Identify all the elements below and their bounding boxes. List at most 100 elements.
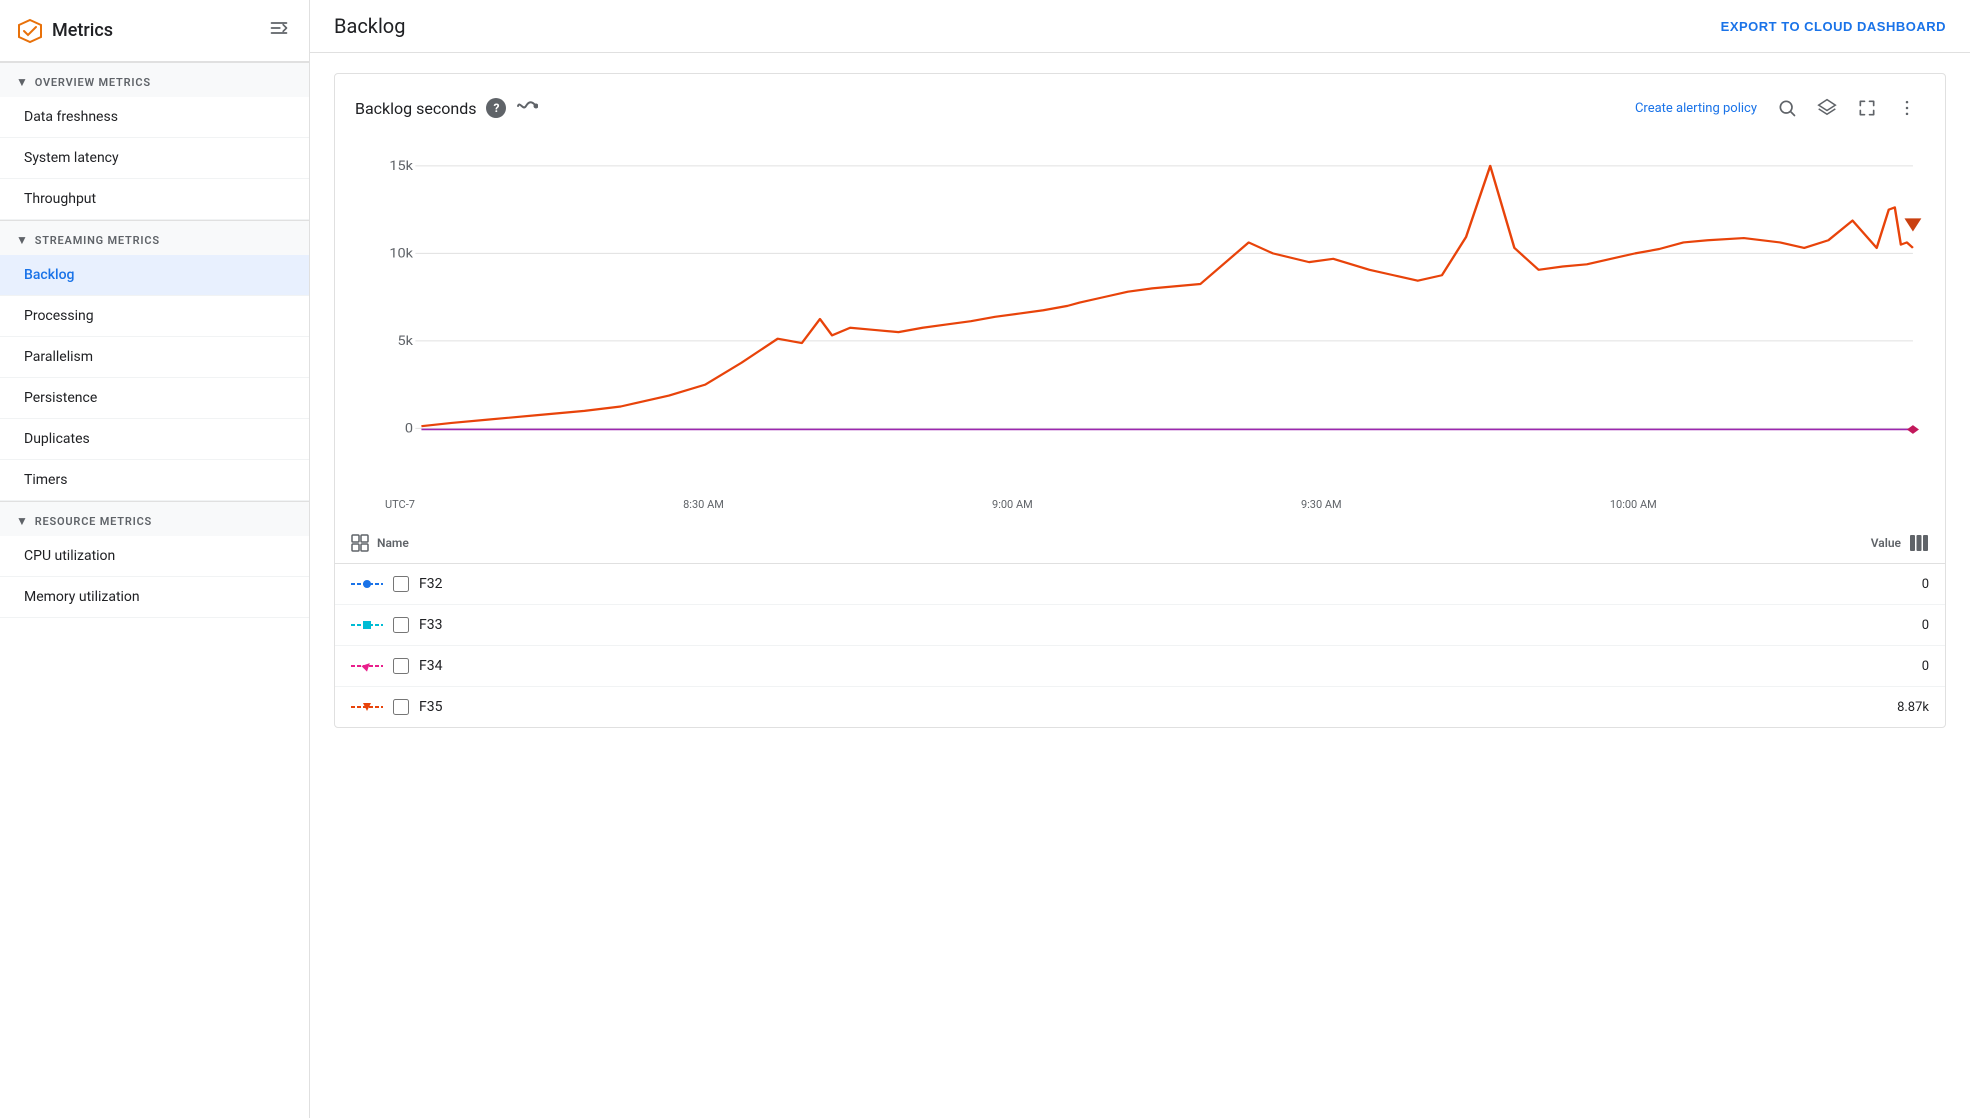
f32-checkbox[interactable] <box>393 576 409 592</box>
section-overview-label: OVERVIEW METRICS <box>35 76 151 89</box>
help-icon[interactable]: ? <box>486 98 506 118</box>
name-col-header: Name <box>377 536 409 550</box>
fullscreen-icon <box>1857 98 1877 118</box>
value-col-header: Value <box>1265 523 1945 564</box>
sidebar-item-label: System latency <box>24 150 119 166</box>
legend-name-cell-f32: F32 <box>335 564 1265 605</box>
grid-toggle-icon[interactable] <box>351 534 369 552</box>
legend-row-f34: F34 0 <box>335 646 1945 687</box>
page-title: Backlog <box>334 14 405 38</box>
svg-text:15k: 15k <box>389 159 413 174</box>
legend-name-header: Name <box>335 523 1265 564</box>
sidebar-item-data-freshness[interactable]: Data freshness <box>0 97 309 138</box>
svg-text:5k: 5k <box>397 334 412 349</box>
sidebar-item-timers[interactable]: Timers <box>0 460 309 501</box>
f33-line-icon <box>351 617 383 633</box>
collapse-sidebar-button[interactable] <box>265 14 293 47</box>
sidebar-item-label: Memory utilization <box>24 589 140 605</box>
chart-title-area: Backlog seconds ? <box>355 97 538 120</box>
create-alerting-policy-link[interactable]: Create alerting policy <box>1635 101 1757 116</box>
chevron-down-icon: ▼ <box>16 514 29 528</box>
legend-table: Name Value <box>335 523 1945 727</box>
sidebar-item-system-latency[interactable]: System latency <box>0 138 309 179</box>
app-logo-icon <box>16 17 44 45</box>
legend-name-cell-f34: F34 <box>335 646 1265 687</box>
chart-squiggle-icon[interactable] <box>516 97 538 120</box>
sidebar-item-persistence[interactable]: Persistence <box>0 378 309 419</box>
legend-row-f32: F32 0 <box>335 564 1945 605</box>
x-label-utc: UTC-7 <box>385 498 415 511</box>
app-title: Metrics <box>52 20 113 41</box>
sidebar-item-processing[interactable]: Processing <box>0 296 309 337</box>
main-content-area: Backlog EXPORT TO CLOUD DASHBOARD Backlo… <box>310 0 1970 1118</box>
search-chart-button[interactable] <box>1769 90 1805 126</box>
legend-name-cell-f33: F33 <box>335 605 1265 646</box>
f32-value: 0 <box>1265 564 1945 605</box>
sidebar-item-backlog[interactable]: Backlog <box>0 255 309 296</box>
f33-value: 0 <box>1265 605 1945 646</box>
fullscreen-button[interactable] <box>1849 90 1885 126</box>
svg-text:0: 0 <box>405 421 413 436</box>
f32-line-icon <box>351 576 383 592</box>
chart-toolbar: Create alerting policy <box>1635 90 1925 126</box>
export-to-cloud-button[interactable]: EXPORT TO CLOUD DASHBOARD <box>1721 19 1946 34</box>
more-options-button[interactable] <box>1889 90 1925 126</box>
section-resource-label: RESOURCE METRICS <box>35 515 152 528</box>
sidebar-item-label: CPU utilization <box>24 548 115 564</box>
sidebar-item-label: Backlog <box>24 267 74 283</box>
f34-label: F34 <box>419 658 442 674</box>
sidebar-item-label: Parallelism <box>24 349 93 365</box>
sidebar-item-label: Processing <box>24 308 94 324</box>
sidebar-item-parallelism[interactable]: Parallelism <box>0 337 309 378</box>
chevron-down-icon: ▼ <box>16 233 29 247</box>
legend-row-f35: F35 8.87k <box>335 687 1945 728</box>
sidebar: Metrics ▼ OVERVIEW METRICS Data freshnes… <box>0 0 310 1118</box>
main-header: Backlog EXPORT TO CLOUD DASHBOARD <box>310 0 1970 53</box>
f34-value: 0 <box>1265 646 1945 687</box>
section-overview-metrics[interactable]: ▼ OVERVIEW METRICS <box>0 62 309 97</box>
f34-line-icon <box>351 658 383 674</box>
sidebar-item-label: Throughput <box>24 191 96 207</box>
chart-title: Backlog seconds <box>355 99 476 118</box>
layers-button[interactable] <box>1809 90 1845 126</box>
f33-checkbox[interactable] <box>393 617 409 633</box>
sidebar-item-label: Data freshness <box>24 109 118 125</box>
search-icon <box>1777 98 1797 118</box>
f35-line-icon <box>351 699 383 715</box>
x-label-1000: 10:00 AM <box>1610 498 1657 511</box>
section-resource-metrics[interactable]: ▼ RESOURCE METRICS <box>0 501 309 536</box>
sidebar-logo: Metrics <box>16 17 113 45</box>
columns-toggle-icon[interactable] <box>1909 533 1929 553</box>
backlog-seconds-chart-card: Backlog seconds ? Create alerting policy <box>334 73 1946 728</box>
chart-svg: 15k 10k 5k 0 <box>355 144 1925 494</box>
f33-label: F33 <box>419 617 442 633</box>
f35-value: 8.87k <box>1265 687 1945 728</box>
f34-checkbox[interactable] <box>393 658 409 674</box>
x-label-900: 9:00 AM <box>992 498 1033 511</box>
f35-checkbox[interactable] <box>393 699 409 715</box>
chart-graph-area: 15k 10k 5k 0 <box>335 134 1945 494</box>
chart-card-header: Backlog seconds ? Create alerting policy <box>335 74 1945 134</box>
legend-name-cell-f35: F35 <box>335 687 1265 728</box>
layers-icon <box>1817 98 1837 118</box>
section-streaming-metrics[interactable]: ▼ STREAMING METRICS <box>0 220 309 255</box>
chevron-down-icon: ▼ <box>16 75 29 89</box>
more-vert-icon <box>1897 98 1917 118</box>
collapse-icon <box>269 18 289 38</box>
sidebar-item-label: Duplicates <box>24 431 90 447</box>
f32-label: F32 <box>419 576 442 592</box>
sidebar-item-label: Timers <box>24 472 67 488</box>
sidebar-item-throughput[interactable]: Throughput <box>0 179 309 220</box>
x-label-830: 8:30 AM <box>683 498 724 511</box>
section-streaming-label: STREAMING METRICS <box>35 234 160 247</box>
x-label-930: 9:30 AM <box>1301 498 1342 511</box>
main-scrollable-content: Backlog seconds ? Create alerting policy <box>310 53 1970 1118</box>
legend-row-f33: F33 0 <box>335 605 1945 646</box>
sidebar-header: Metrics <box>0 0 309 62</box>
f35-label: F35 <box>419 699 442 715</box>
sidebar-item-memory-utilization[interactable]: Memory utilization <box>0 577 309 618</box>
sidebar-item-label: Persistence <box>24 390 97 406</box>
sidebar-item-duplicates[interactable]: Duplicates <box>0 419 309 460</box>
svg-text:10k: 10k <box>389 246 413 261</box>
sidebar-item-cpu-utilization[interactable]: CPU utilization <box>0 536 309 577</box>
